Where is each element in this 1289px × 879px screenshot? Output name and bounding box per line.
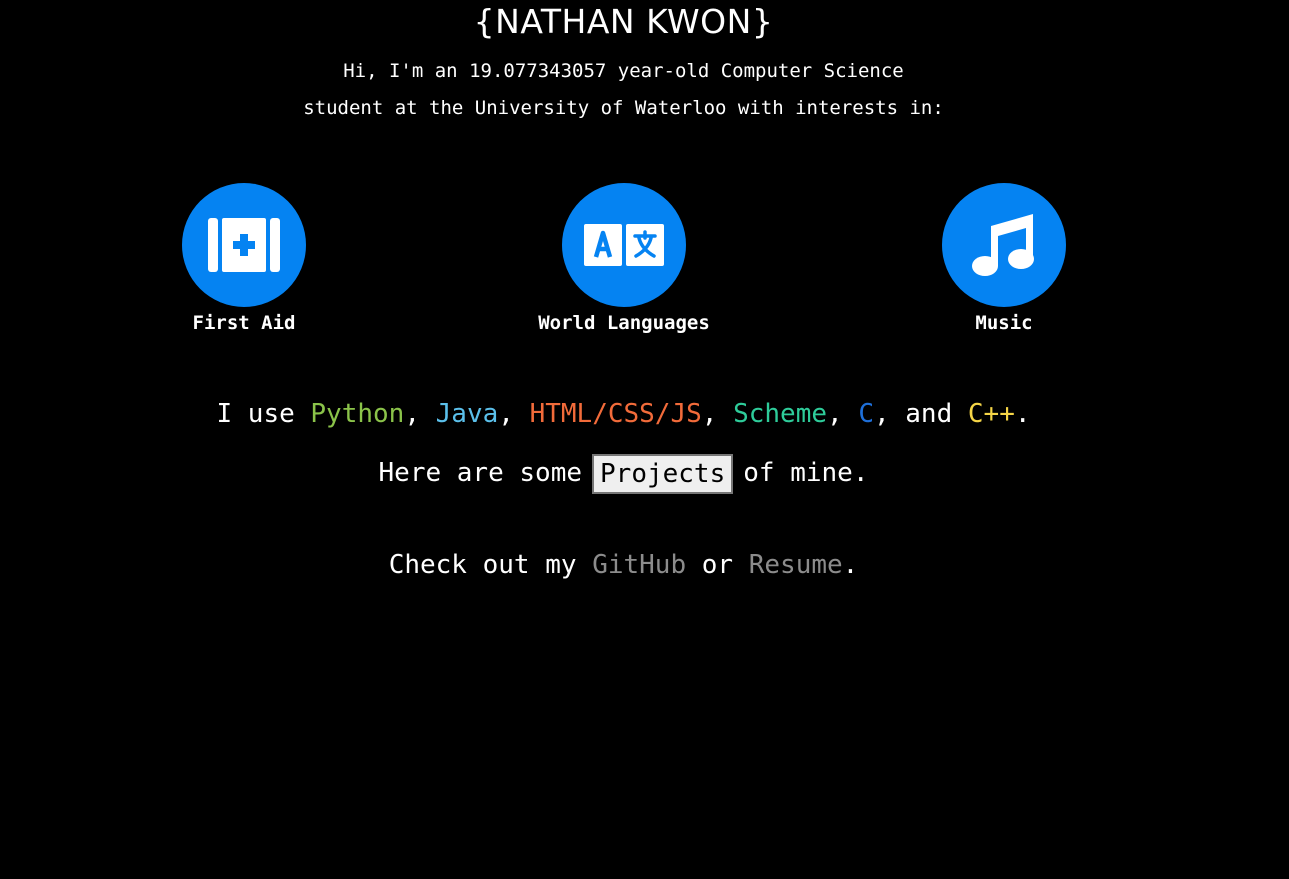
interest-label: First Aid <box>192 312 296 334</box>
links-end: . <box>842 550 859 580</box>
links-line: Check out my GitHub or Resume. <box>0 543 1247 587</box>
page-title: {NATHAN KWON} <box>473 2 774 41</box>
languages-end: . <box>1014 399 1031 429</box>
language-c: C <box>858 399 874 429</box>
intro-line-2: student at the University of Waterloo wi… <box>303 97 944 119</box>
language-cpp: C++ <box>967 399 1015 429</box>
first-aid-kit-icon <box>182 183 306 307</box>
interest-label: World Languages <box>538 312 710 334</box>
language-python: Python <box>310 399 405 429</box>
music-note-icon <box>942 183 1066 307</box>
projects-button[interactable]: Projects <box>592 453 734 494</box>
intro-line-1: Hi, I'm an 19.077343057 year-old Compute… <box>343 60 904 82</box>
translate-icon <box>562 183 686 307</box>
resume-link[interactable]: Resume <box>749 550 843 580</box>
languages-prefix: I use <box>216 399 311 429</box>
links-before: Check out my <box>388 550 593 580</box>
page: {NATHAN KWON} Hi, I'm an 19.077343057 ye… <box>0 0 1289 879</box>
projects-line: Here are some Projects of mine. <box>0 451 1247 495</box>
projects-after: of mine. <box>743 458 869 488</box>
language-scheme: Scheme <box>733 399 827 429</box>
separator: , <box>498 399 530 429</box>
interest-world-languages: World Languages <box>504 183 744 337</box>
separator: , <box>827 399 859 429</box>
interest-first-aid: First Aid <box>124 183 364 337</box>
separator: , <box>404 399 436 429</box>
interest-label: Music <box>975 312 1033 334</box>
intro-text: Hi, I'm an 19.077343057 year-old Compute… <box>0 53 1247 127</box>
interest-music: Music <box>884 183 1124 337</box>
language-java: Java <box>435 399 499 429</box>
separator: , <box>701 399 734 429</box>
language-web: HTML/CSS/JS <box>529 399 702 429</box>
separator-and: , and <box>873 399 968 429</box>
github-link[interactable]: GitHub <box>592 550 686 580</box>
links-middle: or <box>686 550 749 580</box>
languages-line: I use Python, Java, HTML/CSS/JS, Scheme,… <box>0 392 1247 436</box>
projects-before: Here are some <box>378 458 583 488</box>
